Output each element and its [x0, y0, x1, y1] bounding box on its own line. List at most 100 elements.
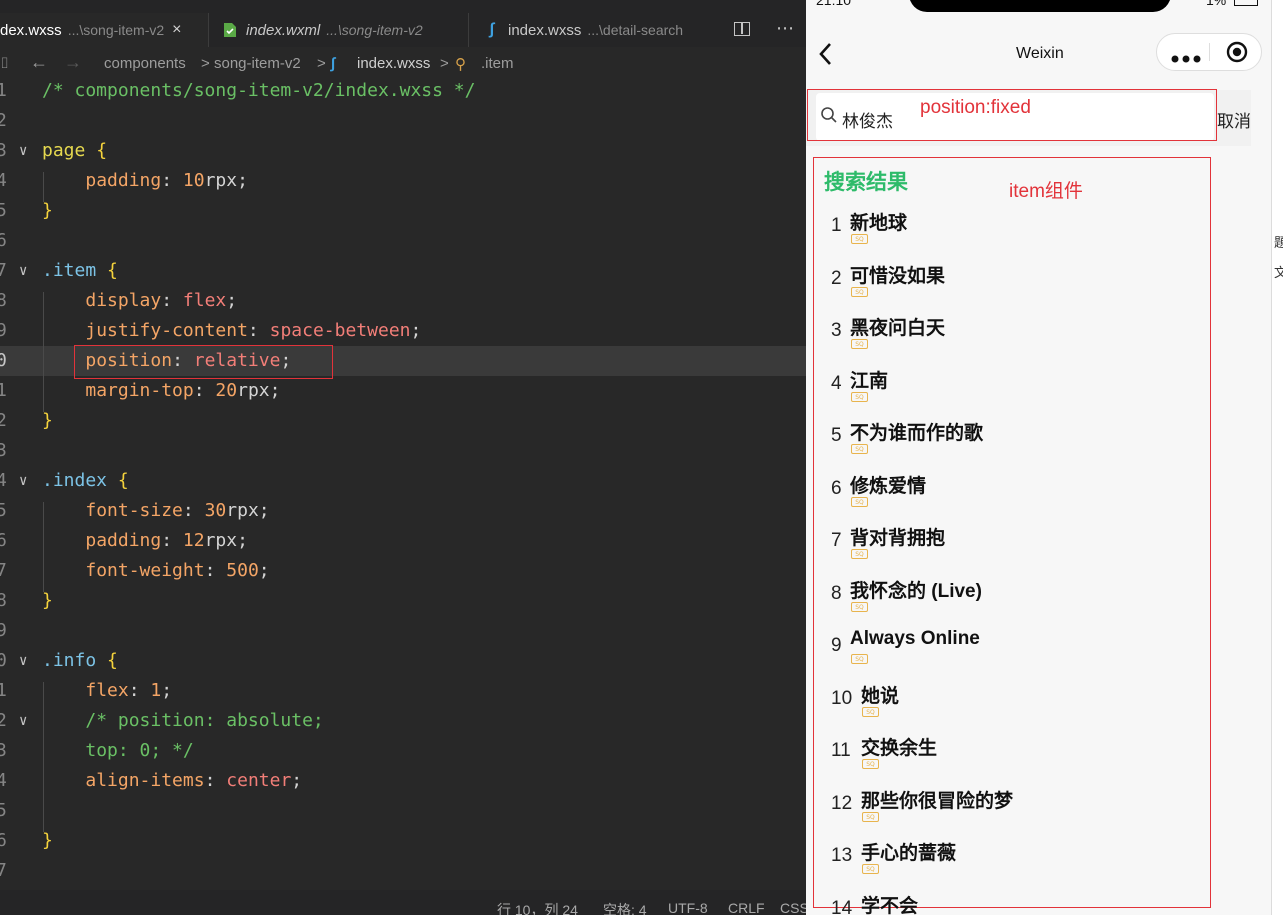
- code-line[interactable]: 7 ∨ .item {: [0, 256, 806, 286]
- code-line[interactable]: 3: [0, 436, 806, 466]
- code-token: }: [42, 830, 53, 851]
- code-line[interactable]: 8 display: flex;: [0, 286, 806, 316]
- code-text: top: 0; */: [42, 736, 193, 766]
- code-line[interactable]: 4 ∨ .index {: [0, 466, 806, 496]
- song-item[interactable]: 14学不会SQ: [806, 888, 1266, 915]
- code-text: .info {: [42, 646, 118, 676]
- code-line[interactable]: 6 padding: 12rpx;: [0, 526, 806, 556]
- song-item[interactable]: 13 手心的蔷薇 SQ: [806, 835, 1266, 887]
- line-number: 5: [0, 200, 7, 221]
- code-line[interactable]: 3 top: 0; */: [0, 736, 806, 766]
- code-line[interactable]: 8}: [0, 586, 806, 616]
- code-line[interactable]: 2 ∨ /* position: absolute;: [0, 706, 806, 736]
- fold-chevron-icon[interactable]: ∨: [19, 466, 27, 496]
- more-options-icon[interactable]: [1171, 48, 1201, 63]
- tab-index-wxml[interactable]: index.wxml ...\song-item-v2: [222, 13, 468, 47]
- breadcrumb-item[interactable]: components: [104, 55, 186, 72]
- code-line[interactable]: 1 margin-top: 20rpx;: [0, 376, 806, 406]
- song-item[interactable]: 6 修炼爱情 SQ: [806, 468, 1266, 520]
- breadcrumb-item[interactable]: index.wxss: [357, 55, 430, 72]
- song-index: 6: [831, 477, 842, 499]
- song-item[interactable]: 11 交换余生 SQ: [806, 730, 1266, 782]
- code-line[interactable]: 0 ∨ .info {: [0, 646, 806, 676]
- line-number: 4: [0, 770, 7, 791]
- back-icon[interactable]: [818, 42, 832, 70]
- breadcrumb-item[interactable]: song-item-v2: [214, 55, 301, 72]
- cancel-button[interactable]: 取消: [1217, 107, 1251, 132]
- indent-setting[interactable]: 空格: 4: [603, 900, 647, 915]
- song-item[interactable]: 1 新地球 SQ: [806, 205, 1266, 257]
- fold-chevron-icon[interactable]: ∨: [19, 706, 27, 736]
- code-line[interactable]: 9: [0, 616, 806, 646]
- code-line[interactable]: 3 ∨ page {: [0, 136, 806, 166]
- code-line[interactable]: 2}: [0, 406, 806, 436]
- code-line[interactable]: 1 flex: 1;: [0, 676, 806, 706]
- line-ending[interactable]: CRLF: [728, 900, 765, 915]
- side-char: 題: [1274, 236, 1283, 251]
- indent-guide: [43, 172, 44, 202]
- indent-guide: [43, 502, 44, 592]
- song-item[interactable]: 2 可惜没如果 SQ: [806, 258, 1266, 310]
- tab-path: ...\detail-search: [587, 22, 684, 38]
- sq-badge-icon: SQ: [851, 654, 868, 664]
- song-index: 12: [831, 792, 853, 814]
- code-line[interactable]: 2: [0, 106, 806, 136]
- code-token: :: [193, 380, 216, 401]
- song-item[interactable]: 4 江南 SQ: [806, 363, 1266, 415]
- more-actions-icon[interactable]: ⋯: [776, 18, 795, 39]
- close-icon[interactable]: ×: [172, 21, 181, 39]
- fold-chevron-icon[interactable]: ∨: [19, 646, 27, 676]
- breadcrumb-item[interactable]: .item: [481, 55, 514, 72]
- fold-chevron-icon[interactable]: ∨: [19, 136, 27, 166]
- song-item[interactable]: 9 Always Online SQ: [806, 625, 1266, 677]
- code-line[interactable]: 5: [0, 796, 806, 826]
- code-line[interactable]: 4 padding: 10rpx;: [0, 166, 806, 196]
- code-line[interactable]: 4 align-items: center;: [0, 766, 806, 796]
- fold-chevron-icon[interactable]: ∨: [19, 256, 27, 286]
- code-text: font-size: 30rpx;: [42, 496, 270, 526]
- code-token: rpx;: [226, 500, 270, 521]
- code-line[interactable]: 9 justify-content: space-between;: [0, 316, 806, 346]
- code-token: center: [226, 770, 292, 791]
- code-line[interactable]: 1 /* components/song-item-v2/index.wxss *…: [0, 76, 806, 106]
- forward-arrow-icon[interactable]: →: [64, 52, 82, 73]
- line-number: 2: [0, 710, 7, 731]
- song-name: Always Online: [850, 628, 980, 649]
- cursor-position[interactable]: 行 10，列 24: [497, 900, 578, 915]
- code-line[interactable]: 7: [0, 856, 806, 886]
- song-item[interactable]: 7 背对背拥抱 SQ: [806, 520, 1266, 572]
- sq-badge-icon: SQ: [851, 601, 868, 612]
- song-item[interactable]: 5 不为谁而作的歌 SQ: [806, 415, 1266, 467]
- tab-index-wxss-song-item[interactable]: dex.wxss ...\song-item-v2 ×: [0, 13, 208, 47]
- code-text: /* components/song-item-v2/index.wxss */: [42, 76, 475, 106]
- line-number: 1: [0, 80, 7, 101]
- split-editor-icon[interactable]: [734, 22, 750, 36]
- line-number: 7: [0, 260, 7, 281]
- close-miniprogram-icon[interactable]: [1226, 41, 1248, 67]
- code-line[interactable]: 7 font-weight: 500;: [0, 556, 806, 586]
- back-arrow-icon[interactable]: ←: [30, 52, 48, 73]
- encoding[interactable]: UTF-8: [668, 900, 708, 915]
- editor-tab-bar: dex.wxss ...\song-item-v2 × index.wxml .…: [0, 0, 806, 47]
- song-item[interactable]: 12 那些你很冒险的梦 SQ: [806, 783, 1266, 835]
- code-token: ;: [258, 560, 270, 581]
- language-mode[interactable]: CSS: [780, 900, 806, 915]
- sq-badge-icon: SQ: [862, 759, 879, 769]
- results-title: 搜索结果: [824, 171, 908, 194]
- code-text: font-weight: 500;: [42, 556, 270, 586]
- code-text: margin-top: 20rpx;: [42, 376, 280, 406]
- song-item[interactable]: 8 我怀念的 (Live) SQ: [806, 573, 1266, 625]
- annotation-fixed: position:fixed: [920, 97, 1031, 118]
- song-index: 9: [831, 635, 842, 656]
- code-line[interactable]: 6}: [0, 826, 806, 856]
- code-line[interactable]: 6: [0, 226, 806, 256]
- scm-icon[interactable]: ⌷: [0, 55, 9, 72]
- song-item[interactable]: 10 她说 SQ: [806, 678, 1266, 730]
- tab-index-wxss-detail-search[interactable]: ∫ index.wxss ...\detail-search: [484, 13, 714, 47]
- code-token: flex: [182, 290, 227, 311]
- code-line[interactable]: 5}: [0, 196, 806, 226]
- song-item[interactable]: 3 黑夜问白天 SQ: [806, 310, 1266, 362]
- code-line[interactable]: 5 font-size: 30rpx;: [0, 496, 806, 526]
- song-index: 14: [831, 897, 853, 915]
